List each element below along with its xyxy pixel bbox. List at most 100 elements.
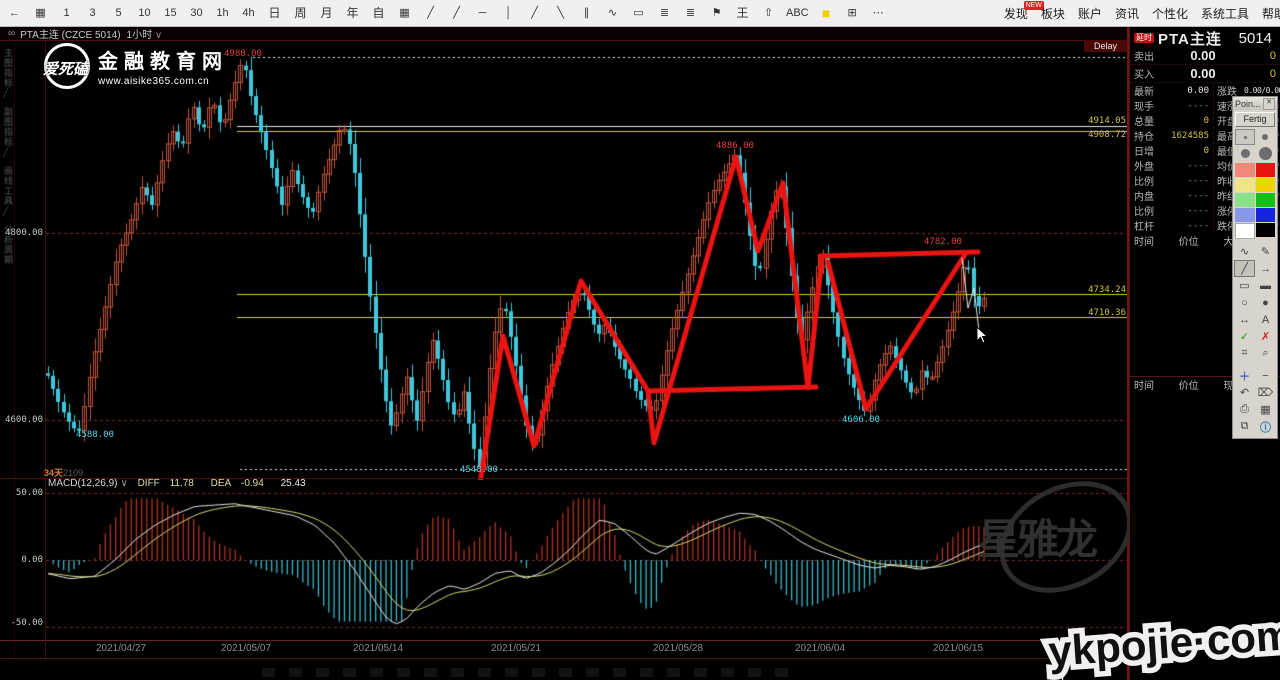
aisike-logo-text: 爱死磕 — [43, 58, 88, 79]
toolbar-icon-32[interactable]: ⊞ — [844, 0, 861, 26]
color-swatch-0-1[interactable] — [1256, 163, 1276, 177]
tool-pencil-icon[interactable]: ✎ — [1255, 243, 1276, 260]
color-swatch-1-1[interactable] — [1256, 178, 1276, 192]
color-swatch-4-1[interactable] — [1256, 223, 1276, 237]
toolbar-icon-13[interactable]: 年 — [344, 0, 361, 26]
date-label-0: 2021/04/27 — [96, 643, 146, 654]
macd-axis-label-2: -50.00 — [0, 618, 43, 628]
menu-item-2[interactable]: 账户 — [1078, 5, 1102, 22]
tool-text-icon[interactable]: A — [1255, 311, 1276, 328]
tool-arrow-icon[interactable]: → — [1255, 260, 1276, 277]
macd-caret-icon[interactable]: ∨ — [120, 478, 127, 489]
macd-header: MACD(12,26,9)∨ DIFF 11.78 DEA -0.94 25.4… — [48, 478, 313, 489]
color-swatch-2-1[interactable] — [1256, 193, 1276, 207]
toolbar-icon-1[interactable]: ▦ — [32, 0, 49, 26]
macd-diff-label: DIFF — [138, 478, 160, 489]
tool-cross-icon[interactable]: ✗ — [1255, 328, 1276, 345]
menu-item-3[interactable]: 资讯 — [1115, 5, 1139, 22]
menu-item-1[interactable]: 板块 — [1041, 5, 1065, 22]
done-button[interactable]: Fertig — [1235, 112, 1275, 127]
toolbar-icon-8[interactable]: 1h — [214, 0, 231, 26]
toolbar-icon-16[interactable]: ╱ — [422, 0, 439, 26]
tool-save-icon[interactable]: ▦ — [1255, 401, 1276, 418]
toolbar-icon-19[interactable]: │ — [500, 0, 517, 26]
tool-ellipse-filled-icon[interactable]: ● — [1255, 294, 1276, 311]
toolbar-icon-11[interactable]: 周 — [292, 0, 309, 26]
tool-rectangle-filled-icon[interactable]: ▬ — [1255, 277, 1276, 294]
pen-size-9[interactable] — [1235, 145, 1255, 161]
tool-double-arrow-icon[interactable]: ↔ — [1234, 311, 1255, 328]
toolbar-icon-21[interactable]: ╲ — [552, 0, 569, 26]
toolbar-icon-15[interactable]: ▦ — [396, 0, 413, 26]
menu-item-4[interactable]: 个性化 — [1152, 5, 1188, 22]
tool-print-icon[interactable]: ⎙ — [1234, 401, 1255, 418]
tool-minus-icon[interactable]: − — [1255, 367, 1276, 384]
toolbar-icon-4[interactable]: 5 — [110, 0, 127, 26]
toolbar-icon-0[interactable]: ← — [6, 0, 23, 26]
tool-info-icon[interactable]: ⓘ — [1255, 418, 1276, 435]
tool-line-icon[interactable]: ╱ — [1234, 260, 1255, 277]
color-swatch-4-0[interactable] — [1235, 223, 1255, 239]
popup-title-bar[interactable]: Poin... ✕ — [1233, 97, 1277, 110]
tool-ellipse-icon[interactable]: ○ — [1234, 294, 1255, 311]
close-icon[interactable]: ✕ — [1263, 98, 1275, 110]
period-selector[interactable]: 1小时 ∨ — [127, 26, 163, 41]
menu-item-6[interactable]: 帮助 — [1262, 5, 1280, 22]
toolbar-icon-20[interactable]: ╱ — [526, 0, 543, 26]
candlestick-chart-canvas[interactable] — [46, 40, 1127, 480]
pen-size-3[interactable] — [1235, 129, 1255, 145]
tool-undo-icon[interactable]: ↶ — [1234, 384, 1255, 401]
tool-copy-icon[interactable]: ⧉ — [1234, 418, 1255, 435]
toolbar-icon-29[interactable]: ⇧ — [760, 0, 777, 26]
quote-code: 5014 — [1239, 30, 1276, 47]
toolbar-icon-18[interactable]: ─ — [474, 0, 491, 26]
toolbar-icon-9[interactable]: 4h — [240, 0, 257, 26]
tick-header-cell: 价位 — [1179, 233, 1224, 248]
ykpojie-watermark: ykpojie·com — [1038, 600, 1280, 680]
date-label-2: 2021/05/14 — [353, 643, 403, 654]
toolbar-icon-28[interactable]: 王 — [734, 0, 751, 26]
toolbar-icon-2[interactable]: 1 — [58, 0, 75, 26]
toolbar-icon-12[interactable]: 月 — [318, 0, 335, 26]
tool-trash-icon[interactable]: ⌦ — [1255, 384, 1276, 401]
toolbar-icon-25[interactable]: ≣ — [656, 0, 673, 26]
toolbar-icon-27[interactable]: ⚑ — [708, 0, 725, 26]
tool-select-region-icon[interactable]: ⌗ — [1234, 345, 1255, 362]
mouse-cursor — [976, 326, 990, 346]
toolbar-icon-22[interactable]: ∥ — [578, 0, 595, 26]
color-swatch-1-0[interactable] — [1235, 178, 1255, 192]
tool-plus-icon[interactable]: ＋ — [1234, 367, 1255, 384]
toolbar-icon-23[interactable]: ∿ — [604, 0, 621, 26]
tool-rectangle-icon[interactable]: ▭ — [1234, 277, 1255, 294]
macd-chart-canvas[interactable] — [46, 488, 1127, 640]
macd-dea-value: -0.94 — [241, 478, 264, 489]
toolbar-icon-24[interactable]: ▭ — [630, 0, 647, 26]
toolbar-icon-3[interactable]: 3 — [84, 0, 101, 26]
toolbar-icon-33[interactable]: ⋯ — [870, 0, 887, 26]
toolbar-icon-31[interactable]: ■ — [818, 0, 835, 26]
menu-item-5[interactable]: 系统工具 — [1201, 5, 1249, 22]
toolbar-icon-6[interactable]: 15 — [162, 0, 179, 26]
tool-magnifier-icon[interactable]: ⌕ — [1255, 345, 1276, 362]
pen-size-6[interactable] — [1255, 129, 1275, 145]
color-swatch-3-1[interactable] — [1256, 208, 1276, 222]
color-swatch-0-0[interactable] — [1235, 163, 1255, 177]
toolbar-icon-14[interactable]: 自 — [370, 0, 387, 26]
tool-check-icon[interactable]: ✓ — [1234, 328, 1255, 345]
toolbar-icon-17[interactable]: ╱ — [448, 0, 465, 26]
delay-tag: 延时 — [1134, 33, 1154, 43]
toolbar-icon-26[interactable]: ≣ — [682, 0, 699, 26]
toolbar-icon-7[interactable]: 30 — [188, 0, 205, 26]
chart-frame-top — [0, 40, 1128, 41]
toolbar-icon-30[interactable]: ABC — [786, 0, 809, 26]
sidebar-tab-1[interactable]: 副图指标 — [2, 107, 15, 147]
toolbar-icon-10[interactable]: 日 — [266, 0, 283, 26]
menu-item-0[interactable]: 发现NEW — [1004, 5, 1028, 22]
tool-curve-icon[interactable]: ∿ — [1234, 243, 1255, 260]
color-swatch-3-0[interactable] — [1235, 208, 1255, 222]
pen-size-13[interactable] — [1255, 145, 1275, 161]
sidebar-tab-2[interactable]: 画线工具 — [2, 166, 15, 206]
color-swatch-2-0[interactable] — [1235, 193, 1255, 207]
sidebar-tab-0[interactable]: 主图指标 — [2, 48, 15, 88]
toolbar-icon-5[interactable]: 10 — [136, 0, 153, 26]
